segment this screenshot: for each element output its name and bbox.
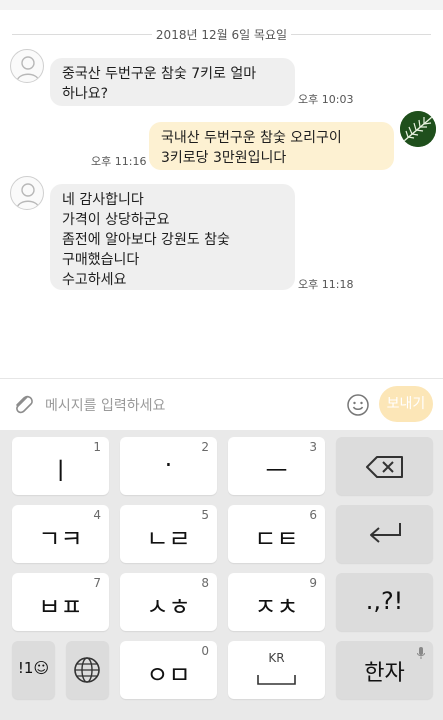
punctuation-key[interactable]: .,?! <box>336 573 433 631</box>
smiley-icon[interactable] <box>346 393 370 417</box>
key-label: ㄱㅋ <box>38 525 83 553</box>
mic-icon <box>417 647 425 659</box>
backspace-key[interactable] <box>336 437 433 495</box>
chat-area[interactable]: 2018년 12월 6일 목요일 중국산 두번구운 참숯 7키로 얼마 하나요?… <box>0 0 443 378</box>
backspace-icon <box>366 456 403 478</box>
top-edge <box>0 0 443 10</box>
person-avatar-icon[interactable] <box>10 49 44 83</box>
person-avatar-icon[interactable] <box>10 176 44 210</box>
key-label: ㅇㅁ <box>146 661 191 689</box>
message-input-bar: 메시지를 입력하세요 보내기 <box>0 378 443 430</box>
message-bubble-outgoing[interactable]: 국내산 두번구운 참숯 오리구이 3키로당 3만원입니다 <box>149 122 394 170</box>
key-ieung[interactable]: 0 ㅇㅁ <box>120 641 217 699</box>
space-icon <box>257 675 296 685</box>
key-label: .,?! <box>365 587 404 615</box>
keyboard: 1 ㅣ 2 · 3 ㅡ 4 ㄱㅋ 5 ㄴㄹ 6 ㄷㅌ 7 ㅂㅍ 8 ㅅㅎ 9 ㅈ… <box>0 430 443 720</box>
key-bieup[interactable]: 7 ㅂㅍ <box>12 573 109 631</box>
key-label: ㅅㅎ <box>146 593 191 621</box>
message-bubble-incoming[interactable]: 중국산 두번구운 참숯 7키로 얼마 하나요? <box>50 58 295 106</box>
enter-key[interactable] <box>336 505 433 563</box>
enter-icon <box>370 523 401 543</box>
key-nieun[interactable]: 5 ㄴㄹ <box>120 505 217 563</box>
key-label: ㄷㅌ <box>254 525 299 553</box>
divider-line <box>291 34 431 35</box>
key-dot[interactable]: 2 · <box>120 437 217 495</box>
key-i[interactable]: 1 ㅣ <box>12 437 109 495</box>
message-time: 오후 11:18 <box>298 278 354 291</box>
message-time: 오후 10:03 <box>298 93 354 106</box>
key-label: ㅣ <box>49 457 72 485</box>
key-label: ㅡ <box>265 457 288 485</box>
message-bubble-incoming[interactable]: 네 감사합니다 가격이 상당하군요 좀전에 알아보다 강원도 참숯 구매했습니다… <box>50 184 295 290</box>
paperclip-icon[interactable] <box>10 391 36 417</box>
key-label: · <box>164 451 173 479</box>
space-key[interactable]: KR <box>228 641 325 699</box>
key-digeut[interactable]: 6 ㄷㅌ <box>228 505 325 563</box>
key-label: ㄴㄹ <box>146 525 191 553</box>
key-siot[interactable]: 8 ㅅㅎ <box>120 573 217 631</box>
message-input[interactable]: 메시지를 입력하세요 <box>45 395 165 415</box>
key-label: ㅂㅍ <box>38 593 83 621</box>
key-label: ㅈㅊ <box>254 593 299 621</box>
key-giyeok[interactable]: 4 ㄱㅋ <box>12 505 109 563</box>
key-eu[interactable]: 3 ㅡ <box>228 437 325 495</box>
fern-avatar-icon[interactable] <box>400 111 436 147</box>
key-jieut[interactable]: 9 ㅈㅊ <box>228 573 325 631</box>
key-label: !1☺ <box>17 659 50 677</box>
globe-icon <box>74 657 100 683</box>
send-button[interactable]: 보내기 <box>379 386 433 422</box>
symbols-key[interactable]: !1☺ <box>12 641 55 699</box>
hanja-key[interactable]: 한자 <box>336 641 433 699</box>
language-key[interactable] <box>66 641 109 699</box>
date-divider: 2018년 12월 6일 목요일 <box>0 24 443 44</box>
key-label: KR <box>268 651 285 665</box>
message-time: 오후 11:16 <box>91 155 147 168</box>
